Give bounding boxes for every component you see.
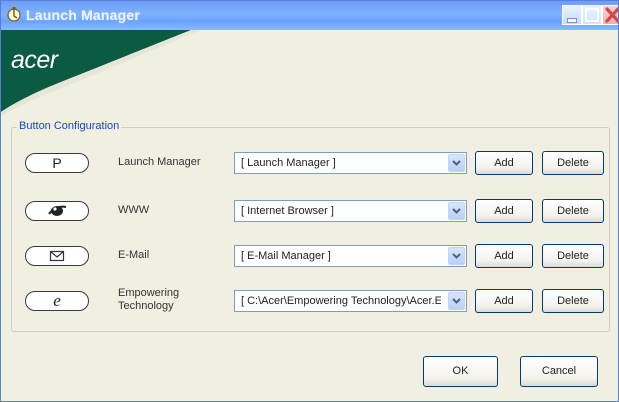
key-email — [25, 246, 89, 266]
config-row-www: WWW [ Internet Browser ] Add Delete — [1, 197, 618, 225]
config-row-empowering-technology: e Empowering Technology [ C:\Acer\Empowe… — [1, 287, 618, 315]
close-icon — [605, 7, 618, 23]
dropdown-arrow[interactable] — [448, 202, 465, 220]
function-label-line1: Empowering — [118, 287, 180, 299]
empowering-key-icon: e — [53, 291, 61, 310]
add-button[interactable]: Add — [475, 199, 533, 223]
launch-manager-window: Launch Manager acer Button Configuration… — [0, 0, 619, 402]
group-title: Button Configuration — [17, 120, 122, 132]
minimize-icon — [568, 19, 576, 22]
window-title: Launch Manager — [26, 7, 141, 23]
function-label: E-Mail — [118, 249, 150, 261]
config-row-email: E-Mail [ E-Mail Manager ] Add Delete — [1, 242, 618, 270]
assignment-dropdown[interactable]: [ Launch Manager ] — [234, 152, 467, 174]
delete-button[interactable]: Delete — [542, 199, 604, 223]
chevron-down-icon — [452, 253, 461, 259]
function-label: WWW — [118, 204, 150, 216]
dropdown-arrow[interactable] — [448, 154, 465, 172]
key-empowering-technology: e — [25, 291, 89, 311]
maximize-button[interactable] — [582, 5, 602, 25]
chevron-down-icon — [452, 160, 461, 166]
internet-browser-icon — [48, 205, 67, 216]
delete-button[interactable]: Delete — [542, 244, 604, 268]
brand-header: acer — [1, 30, 618, 116]
title-bar[interactable]: Launch Manager — [1, 1, 618, 31]
function-label: Launch Manager — [118, 156, 201, 168]
key-label: P — [52, 155, 62, 171]
maximize-icon — [585, 8, 599, 22]
envelope-icon — [49, 250, 65, 262]
delete-button[interactable]: Delete — [542, 289, 604, 313]
assignment-dropdown[interactable]: [ Internet Browser ] — [234, 200, 467, 222]
acer-logo: acer — [11, 46, 58, 74]
dropdown-arrow[interactable] — [448, 292, 465, 310]
chevron-down-icon — [452, 298, 461, 304]
assignment-value: [ Launch Manager ] — [241, 157, 336, 169]
assignment-dropdown[interactable]: [ C:\Acer\Empowering Technology\Acer.Er — [234, 290, 467, 312]
brand-swoosh — [1, 30, 201, 116]
dropdown-arrow[interactable] — [448, 247, 465, 265]
function-label-line2: Technology — [118, 300, 174, 312]
add-button[interactable]: Add — [475, 289, 533, 313]
key-www — [25, 201, 89, 221]
assignment-value: [ C:\Acer\Empowering Technology\Acer.Er — [241, 295, 441, 307]
chevron-down-icon — [452, 208, 461, 214]
close-button[interactable] — [602, 5, 618, 25]
launch-manager-icon — [7, 7, 21, 22]
minimize-button[interactable] — [562, 5, 582, 25]
add-button[interactable]: Add — [475, 151, 533, 175]
assignment-value: [ Internet Browser ] — [241, 205, 334, 217]
add-button[interactable]: Add — [475, 244, 533, 268]
ok-button[interactable]: OK — [423, 356, 498, 387]
config-row-launch-manager: P Launch Manager [ Launch Manager ] Add … — [1, 149, 618, 177]
delete-button[interactable]: Delete — [542, 151, 604, 175]
function-label: Empowering Technology — [118, 287, 179, 313]
key-launch-manager: P — [25, 153, 89, 173]
assignment-value: [ E-Mail Manager ] — [241, 250, 331, 262]
cancel-button[interactable]: Cancel — [520, 356, 598, 387]
assignment-dropdown[interactable]: [ E-Mail Manager ] — [234, 245, 467, 267]
